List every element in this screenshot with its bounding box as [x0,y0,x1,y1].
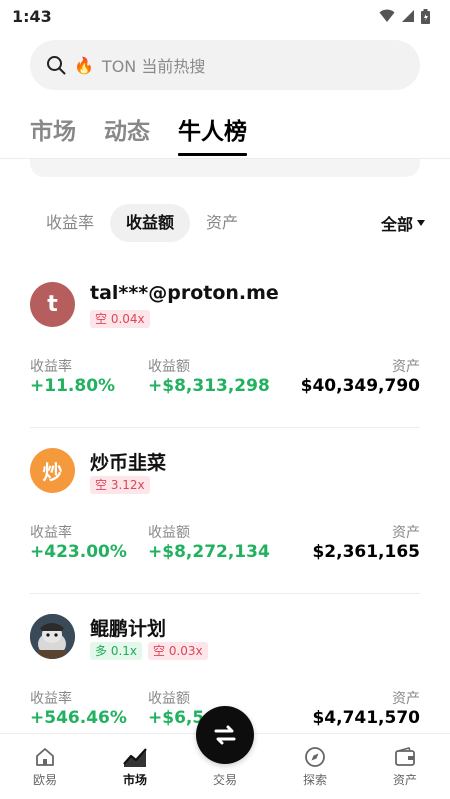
assets-value: $4,741,570 [312,708,420,728]
chart-icon [123,748,147,767]
assets-value: $2,361,165 [312,542,420,562]
status-time: 1:43 [12,6,52,26]
assets-label: 资产 [392,359,420,375]
battery-icon [421,8,430,24]
trader-name: 鲲鹏计划 [90,618,167,640]
assets-label: 资产 [392,525,420,541]
short-tag: 空 3.12x [90,476,150,494]
nav-label: 欧易 [32,773,57,787]
nav-label: 探索 [302,773,327,787]
trader-name: tal***@proton.me [90,282,279,304]
avatar-letter: 炒 [42,460,63,484]
profit-label: 收益额 [148,525,190,541]
position-tags: 空 0.04x [90,310,150,328]
collapsed-banner [30,159,420,177]
nav-assets[interactable]: 资产 [360,734,450,799]
subtab-assets[interactable]: 资产 [190,204,254,242]
rate-value: +423.00% [30,542,127,562]
avatar [30,614,75,659]
subtab-profit[interactable]: 收益额 [110,204,191,242]
position-tags: 多 0.1x 空 0.03x [90,642,208,660]
profit-label: 收益额 [148,359,190,375]
nav-label: 资产 [392,773,417,787]
assets-label: 资产 [392,691,420,707]
wallet-icon [395,747,415,766]
short-tag: 空 0.03x [148,642,208,660]
filter-dropdown[interactable]: 全部 [381,211,425,235]
nav-market[interactable]: 市场 [90,734,180,799]
rate-label: 收益率 [30,691,72,707]
assets-value: $40,349,790 [300,376,420,396]
search-input[interactable]: 🔥 TON 当前热搜 [30,40,420,90]
fire-icon: 🔥 [74,55,94,75]
profit-value: +$8,272,134 [148,542,270,562]
rate-label: 收益率 [30,359,72,375]
trader-name: 炒币韭菜 [90,452,167,474]
status-icons [379,8,430,24]
status-bar: 1:43 [0,0,450,32]
tab-feed[interactable]: 动态 [104,112,150,156]
trader-metrics: 收益率 +11.80% 收益额 +$8,313,298 资产 $40,349,790 [30,356,420,400]
avatar: t [30,282,75,327]
rate-value: +546.46% [30,708,127,728]
filter-label: 全部 [380,215,413,234]
nav-explore[interactable]: 探索 [270,734,360,799]
rate-label: 收益率 [30,525,72,541]
profit-label: 收益额 [148,691,190,707]
sub-tabs: 收益率 收益额 资产 全部 [30,204,425,242]
nav-home[interactable]: 欧易 [0,734,90,799]
trade-button[interactable] [196,706,254,764]
tab-market[interactable]: 市场 [30,112,76,156]
wifi-icon [379,9,395,22]
swap-icon [214,725,236,745]
short-tag: 空 0.04x [90,310,150,328]
top-tabs: 市场 动态 牛人榜 [30,112,247,156]
trader-card[interactable]: t tal***@proton.me 空 0.04x 收益率 +11.80% 收益… [30,262,420,428]
search-placeholder: TON 当前热搜 [101,57,206,76]
trader-metrics: 收益率 +423.00% 收益额 +$8,272,134 资产 $2,361,165 [30,522,420,566]
avatar: 炒 [30,448,75,493]
profit-value: +$8,313,298 [148,376,270,396]
avatar-letter: t [47,292,58,317]
nav-label: 交易 [212,773,237,787]
compass-icon [305,747,325,767]
position-tags: 空 3.12x [90,476,150,494]
tab-leaderboard[interactable]: 牛人榜 [178,112,247,156]
home-icon [36,748,54,766]
avatar-image [30,614,75,659]
rate-value: +11.80% [30,376,116,396]
trader-card[interactable]: 炒 炒币韭菜 空 3.12x 收益率 +423.00% 收益额 +$8,272,13… [30,428,420,594]
caret-down-icon [417,220,425,226]
search-icon [47,56,66,75]
long-tag: 多 0.1x [90,642,143,660]
trader-list: t tal***@proton.me 空 0.04x 收益率 +11.80% 收益… [30,262,420,760]
nav-label: 市场 [122,773,147,787]
signal-icon [402,10,414,22]
subtab-return-rate[interactable]: 收益率 [30,204,110,242]
